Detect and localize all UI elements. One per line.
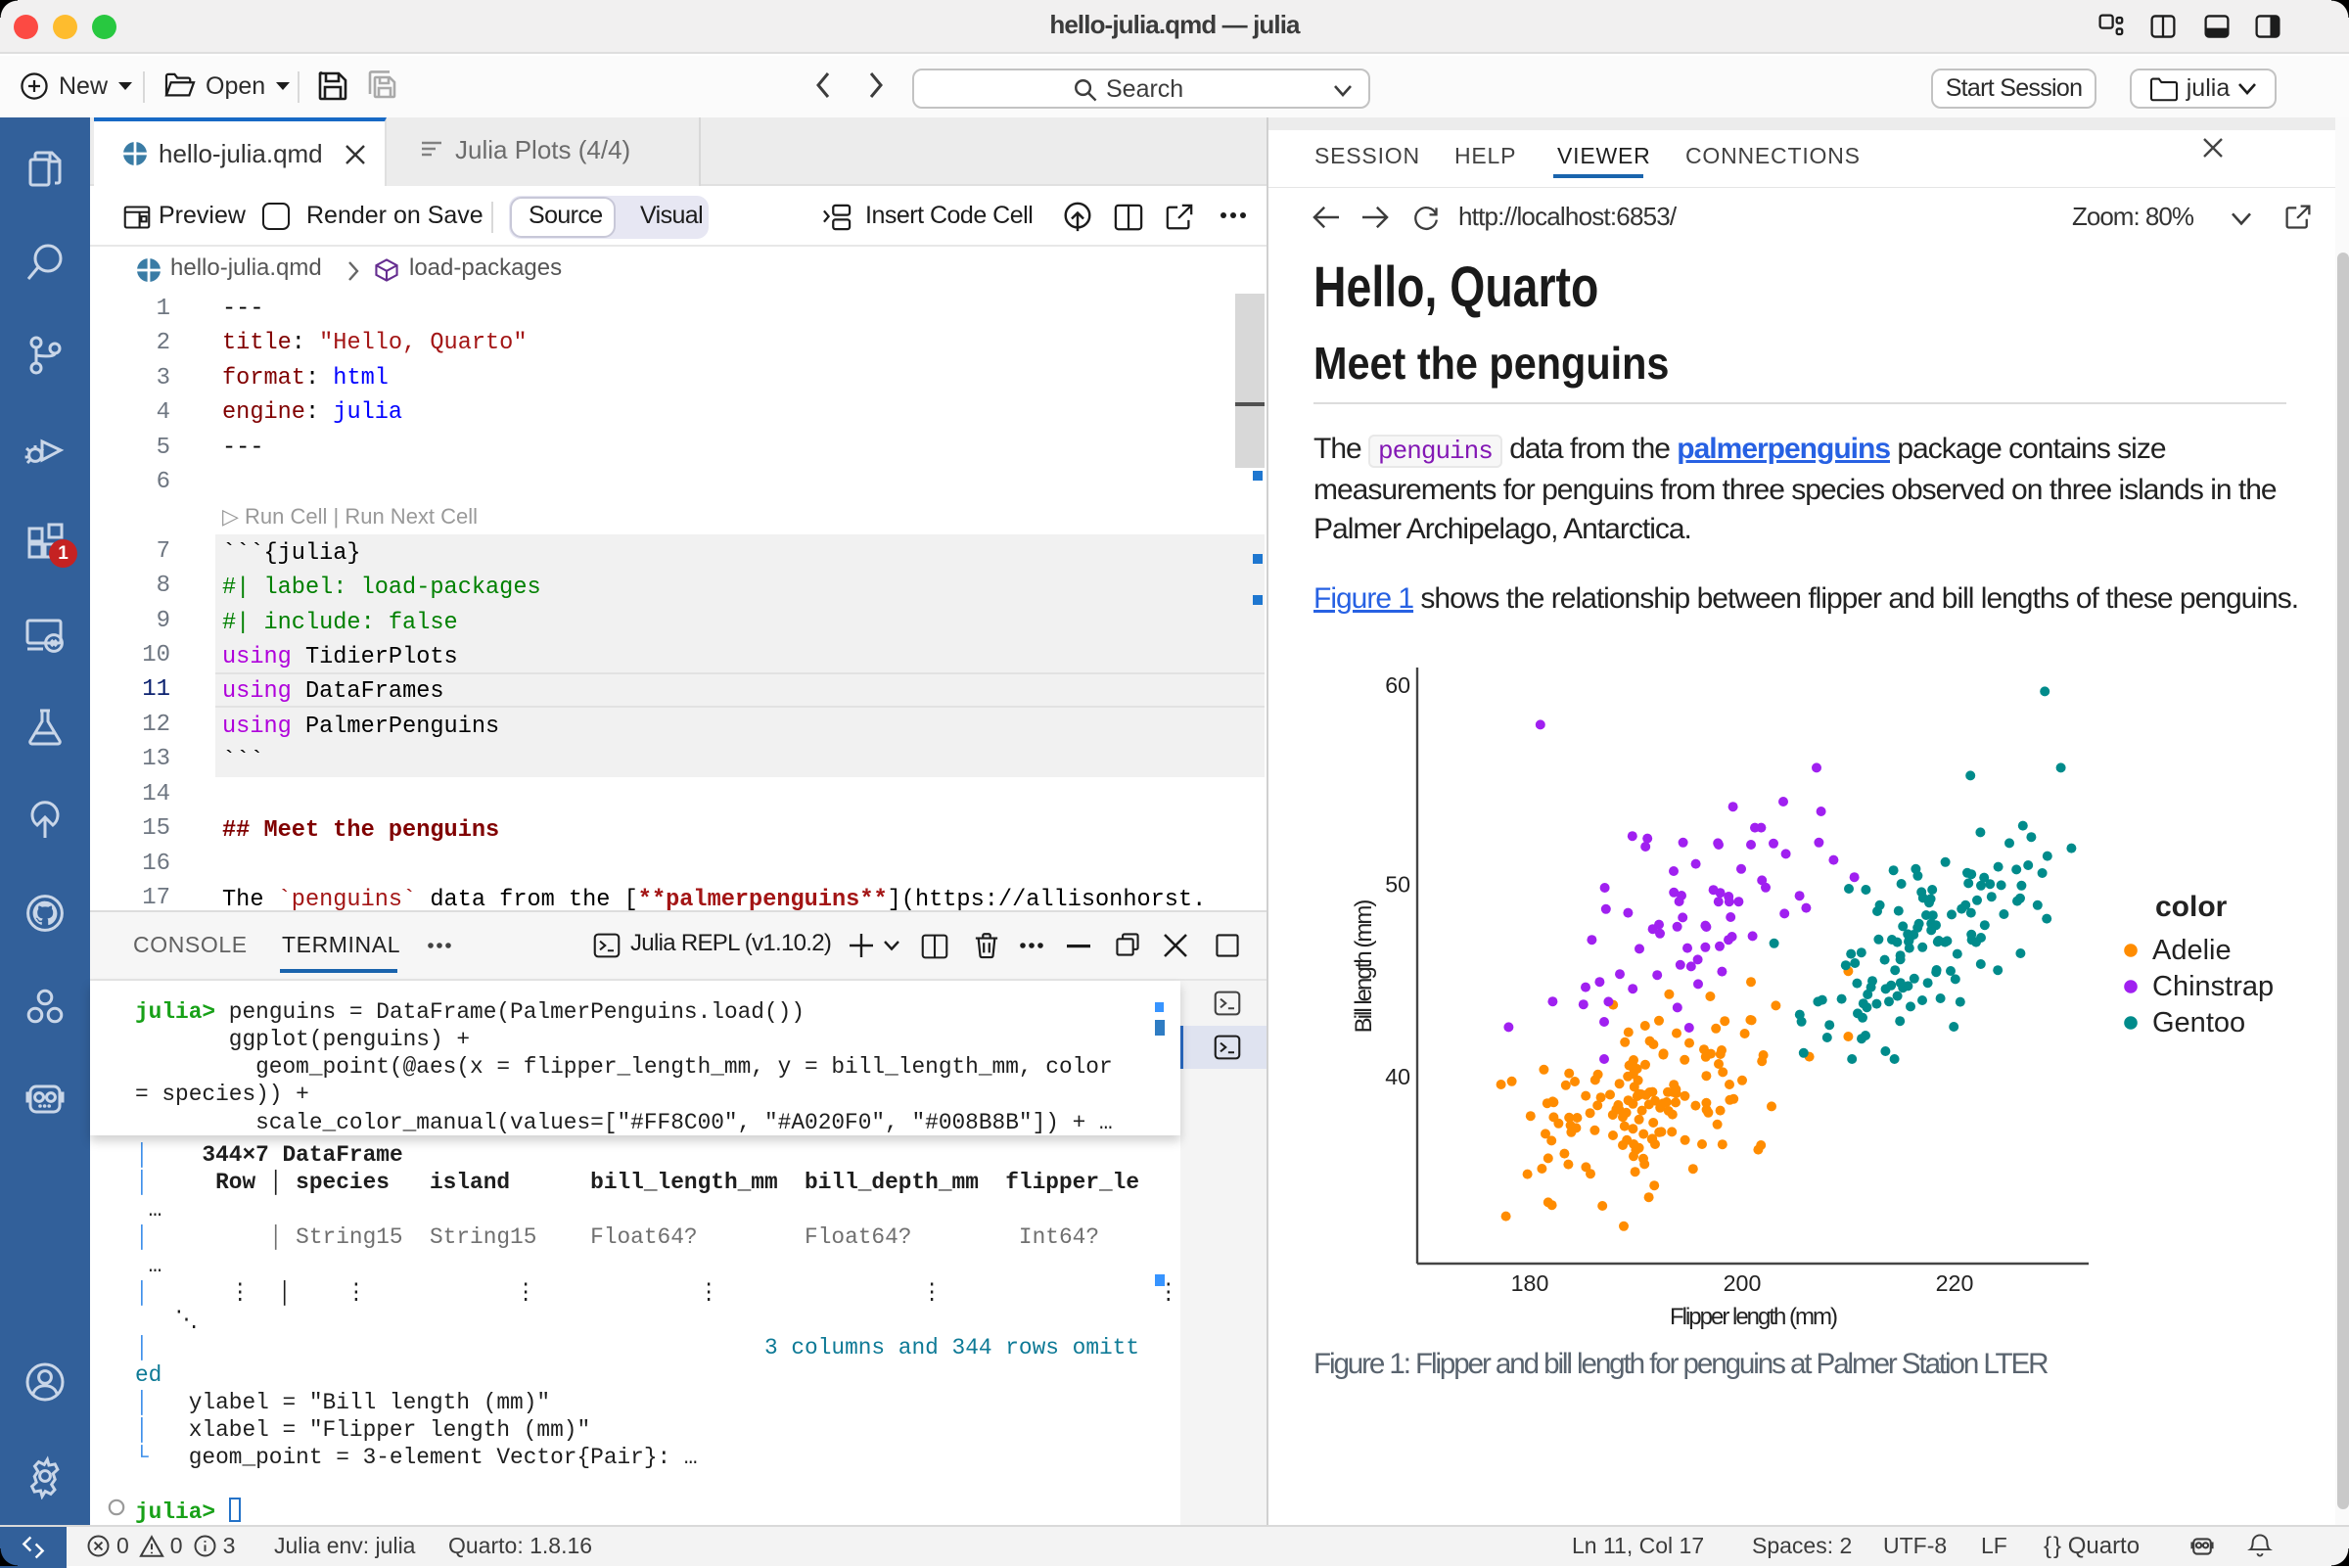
svg-text:Chinstrap: Chinstrap xyxy=(2152,971,2274,1002)
svg-text:40: 40 xyxy=(1385,1064,1410,1089)
svg-text:Adelie: Adelie xyxy=(2152,935,2232,966)
svg-text:Bill length (mm): Bill length (mm) xyxy=(1351,900,1377,1034)
svg-text:60: 60 xyxy=(1385,672,1410,698)
svg-text:220: 220 xyxy=(1936,1270,1974,1296)
svg-text:180: 180 xyxy=(1511,1270,1549,1296)
svg-text:Flipper length (mm): Flipper length (mm) xyxy=(1670,1304,1837,1330)
svg-text:50: 50 xyxy=(1385,871,1410,897)
svg-text:Gentoo: Gentoo xyxy=(2152,1007,2245,1038)
svg-text:color: color xyxy=(2155,891,2228,923)
svg-text:200: 200 xyxy=(1724,1270,1762,1296)
